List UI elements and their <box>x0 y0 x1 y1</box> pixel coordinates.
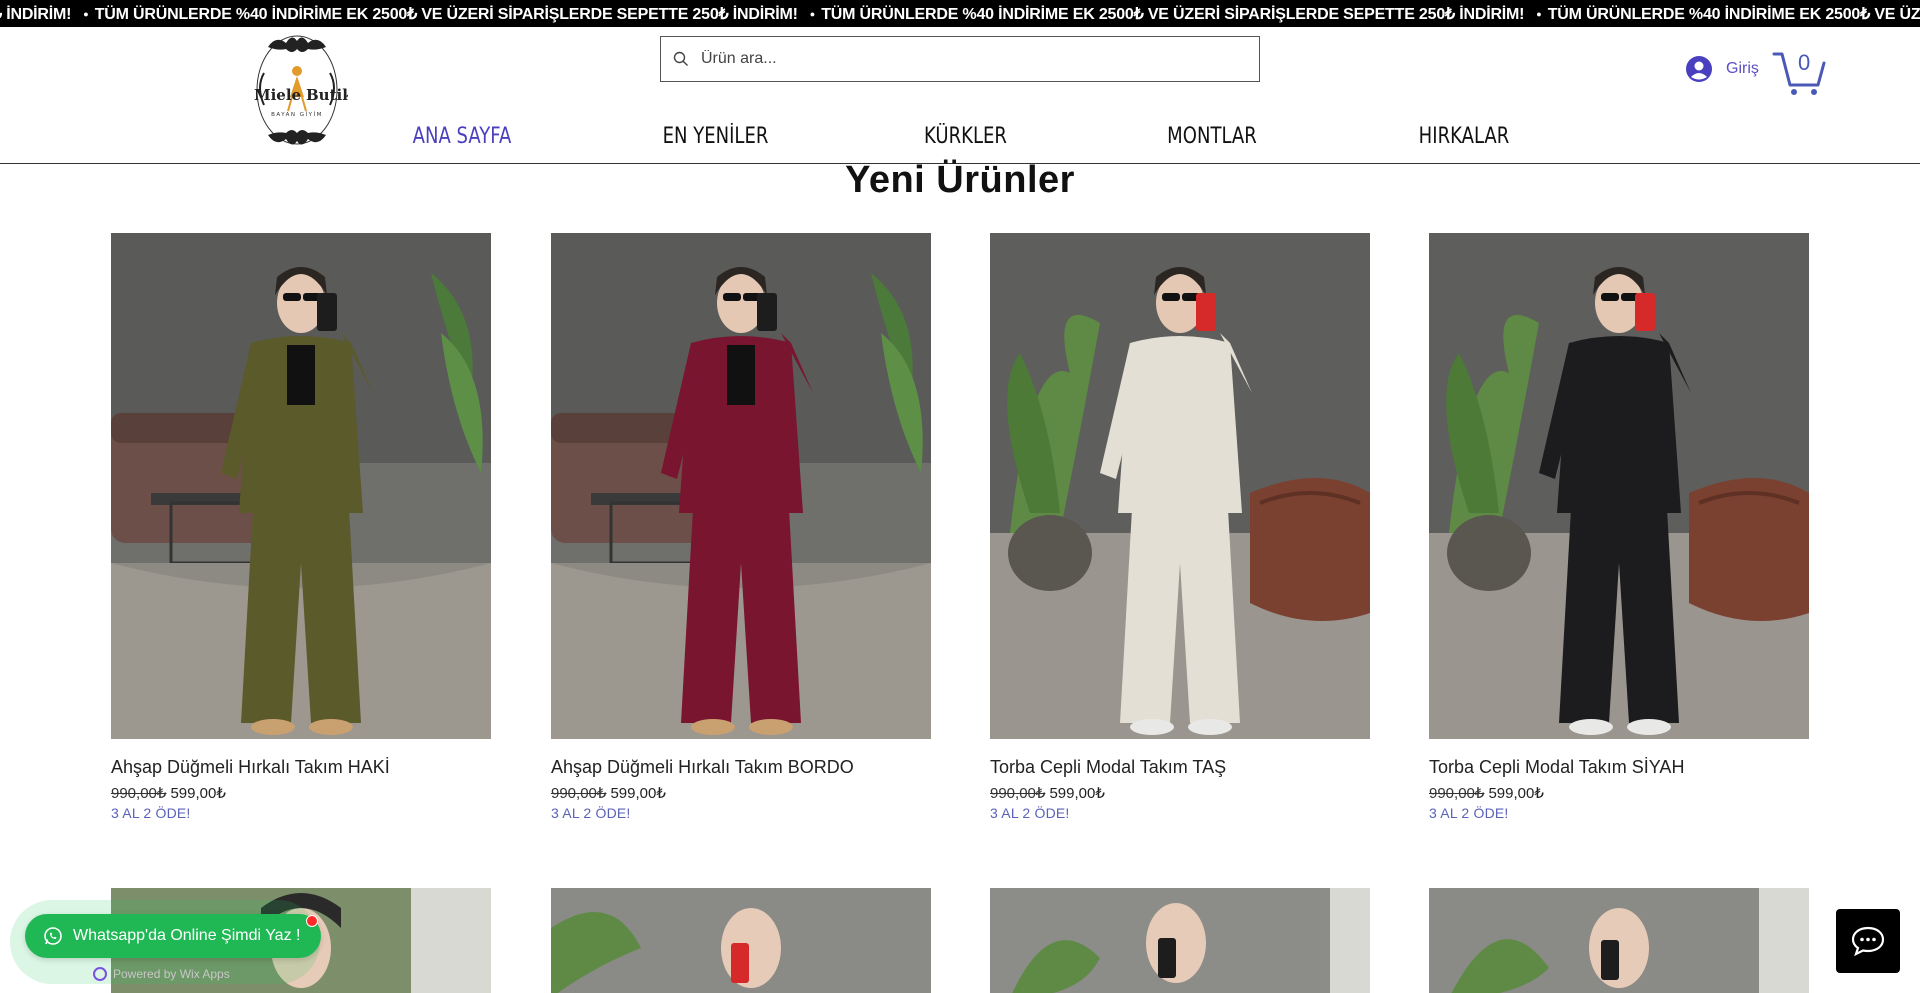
product-old-price: 990,00₺ <box>1429 785 1485 802</box>
product-card[interactable]: Torba Cepli Modal Takım SİYAH 990,00₺ 599… <box>1429 233 1809 821</box>
product-sale-price: 599,00₺ <box>1488 785 1544 802</box>
product-old-price: 990,00₺ <box>551 785 607 802</box>
search-input[interactable] <box>701 39 1259 79</box>
product-name[interactable]: Torba Cepli Modal Takım TAŞ <box>990 757 1370 778</box>
whatsapp-button[interactable]: Whatsapp'da Online Şimdi Yaz ! <box>25 914 321 958</box>
banner-track: ₺ İNDİRİM! ● TÜM ÜRÜNLERDE %40 İNDİRİME … <box>0 0 1920 27</box>
product-card[interactable]: Ahşap Düğmeli Hırkalı Takım HAKİ 990,00₺… <box>111 233 491 821</box>
banner-text: TÜM ÜRÜNLERDE %40 İNDİRİME EK 2500₺ VE Ü… <box>1547 5 1920 23</box>
product-name[interactable]: Torba Cepli Modal Takım SİYAH <box>1429 757 1809 778</box>
notification-dot <box>306 915 318 927</box>
product-ribbon: 3 AL 2 ÖDE! <box>111 805 191 821</box>
product-sale-price: 599,00₺ <box>610 785 666 802</box>
chat-button[interactable] <box>1836 909 1900 973</box>
section-title: Yeni Ürünler <box>845 159 1075 201</box>
product-image-partial[interactable] <box>990 888 1370 993</box>
wix-icon <box>93 967 107 981</box>
logo-text-1: Miele <box>254 86 301 104</box>
product-card[interactable]: Ahşap Düğmeli Hırkalı Takım BORDO 990,00… <box>551 233 931 821</box>
product-sale-price: 599,00₺ <box>170 785 226 802</box>
banner-text: TÜM ÜRÜNLERDE %40 İNDİRİME EK 2500₺ VE Ü… <box>821 5 1525 23</box>
product-image[interactable] <box>551 233 931 739</box>
product-old-price: 990,00₺ <box>990 785 1046 802</box>
product-ribbon: 3 AL 2 ÖDE! <box>551 805 631 821</box>
product-ribbon: 3 AL 2 ÖDE! <box>1429 805 1509 821</box>
product-image[interactable] <box>111 233 491 739</box>
user-icon <box>1686 56 1712 82</box>
whatsapp-icon <box>44 927 62 945</box>
product-image-partial[interactable] <box>551 888 931 993</box>
product-name[interactable]: Ahşap Düğmeli Hırkalı Takım HAKİ <box>111 757 491 778</box>
product-image[interactable] <box>990 233 1370 739</box>
login-button[interactable]: Giriş <box>1686 54 1759 84</box>
product-sale-price: 599,00₺ <box>1049 785 1105 802</box>
logo-subtitle: BAYAN GİYİM <box>271 111 323 118</box>
logo[interactable]: Miele Butik BAYAN GİYİM <box>246 27 353 153</box>
nav-item-furs[interactable]: KÜRKLER <box>865 119 1066 155</box>
product-card[interactable]: Torba Cepli Modal Takım TAŞ 990,00₺ 599,0… <box>990 233 1370 821</box>
banner-separator: ● <box>809 8 816 19</box>
site-header: Miele Butik BAYAN GİYİM Giriş 0 ANA SAYF… <box>0 27 1920 164</box>
chat-icon <box>1851 926 1885 956</box>
logo-text-2: Butik <box>306 86 348 104</box>
banner-text: ₺ İNDİRİM! <box>0 5 72 23</box>
powered-by[interactable]: Powered by Wix Apps <box>93 967 230 981</box>
product-price: 990,00₺ 599,00₺ <box>551 784 931 802</box>
nav-item-coats[interactable]: MONTLAR <box>1110 119 1313 155</box>
product-old-price: 990,00₺ <box>111 785 167 802</box>
login-label: Giriş <box>1726 60 1759 77</box>
product-price: 990,00₺ 599,00₺ <box>990 784 1370 802</box>
powered-label: Powered by Wix Apps <box>113 967 230 981</box>
product-image-partial[interactable] <box>1429 888 1809 993</box>
search-icon <box>673 51 688 66</box>
banner-separator: ● <box>83 8 89 19</box>
search-bar[interactable] <box>660 36 1260 82</box>
whatsapp-label: Whatsapp'da Online Şimdi Yaz ! <box>73 927 301 944</box>
product-price: 990,00₺ 599,00₺ <box>111 784 491 802</box>
cart-button[interactable]: 0 <box>1772 50 1826 97</box>
nav-item-cardigans[interactable]: HIRKALAR <box>1359 119 1569 155</box>
cart-count: 0 <box>1798 50 1811 75</box>
banner-text: TÜM ÜRÜNLERDE %40 İNDİRİME EK 2500₺ VE Ü… <box>94 5 798 23</box>
product-ribbon: 3 AL 2 ÖDE! <box>990 805 1070 821</box>
nav-item-new[interactable]: EN YENİLER <box>611 119 820 155</box>
nav-item-home[interactable]: ANA SAYFA <box>359 119 566 155</box>
announcement-banner: ₺ İNDİRİM! ● TÜM ÜRÜNLERDE %40 İNDİRİME … <box>0 0 1920 27</box>
product-name[interactable]: Ahşap Düğmeli Hırkalı Takım BORDO <box>551 757 931 778</box>
main-nav: ANA SAYFA EN YENİLER KÜRKLER MONTLAR HIR… <box>336 119 1592 155</box>
banner-separator: ● <box>1536 8 1542 19</box>
product-image[interactable] <box>1429 233 1809 739</box>
product-price: 990,00₺ 599,00₺ <box>1429 784 1809 802</box>
